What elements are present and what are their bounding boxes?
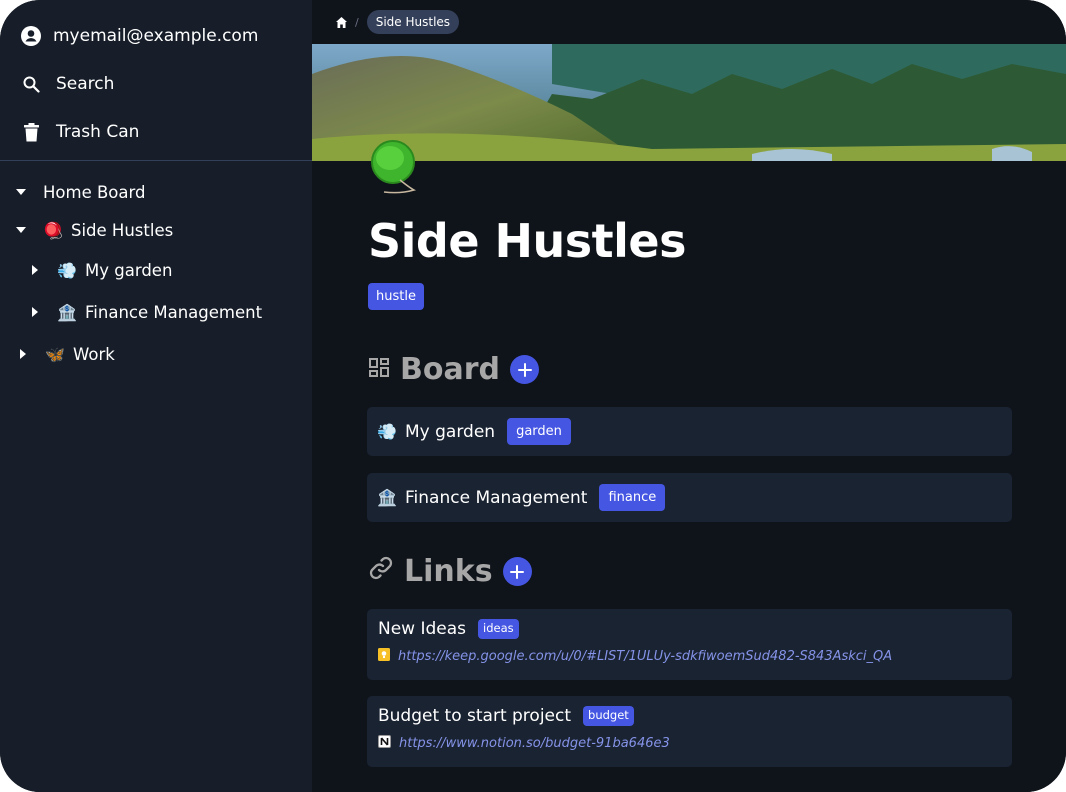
google-keep-icon <box>378 648 390 665</box>
tree-item-label: Side Hustles <box>71 220 174 240</box>
tree-item-work[interactable]: 🦋 Work <box>0 333 312 375</box>
plus-icon <box>517 362 532 377</box>
trash-label: Trash Can <box>56 122 140 142</box>
link-card-tag[interactable]: budget <box>583 706 634 726</box>
link-card-title: New Ideas <box>378 619 467 639</box>
caret-down-icon[interactable] <box>10 189 32 195</box>
notion-icon <box>378 735 391 752</box>
links-section-header: Links <box>368 554 532 589</box>
add-board-button[interactable] <box>510 355 539 384</box>
board-card-finance-management[interactable]: 🏦 Finance Management finance <box>367 473 1012 522</box>
tree-item-label: My garden <box>85 260 173 280</box>
page-icon-yoyo[interactable] <box>370 140 420 195</box>
board-card-tag[interactable]: finance <box>599 484 666 511</box>
account-email: myemail@example.com <box>53 26 259 46</box>
tree-item-side-hustles[interactable]: 🪀 Side Hustles <box>0 211 312 249</box>
board-section-title: Board <box>400 352 500 387</box>
account-circle-icon <box>20 25 42 47</box>
board-card-tag[interactable]: garden <box>507 418 571 445</box>
breadcrumb: / Side Hustles <box>312 0 1066 44</box>
tree-item-my-garden[interactable]: 💨 My garden <box>0 249 312 291</box>
sidebar: myemail@example.com Search Trash Can Hom… <box>0 0 312 792</box>
link-card-new-ideas[interactable]: New Ideas ideas https://keep.google.com/… <box>367 609 1012 680</box>
link-card-budget[interactable]: Budget to start project budget https://w… <box>367 696 1012 767</box>
caret-down-icon[interactable] <box>10 227 32 233</box>
bank-icon: 🏦 <box>57 302 77 322</box>
link-card-tag[interactable]: ideas <box>478 619 519 639</box>
app-window: myemail@example.com Search Trash Can Hom… <box>0 0 1066 792</box>
link-icon <box>368 554 394 589</box>
board-grid-icon <box>368 352 390 387</box>
caret-right-icon[interactable] <box>24 307 46 317</box>
caret-right-icon[interactable] <box>12 349 34 359</box>
page-tree: Home Board 🪀 Side Hustles 💨 My garden 🏦 … <box>0 161 312 375</box>
board-section-header: Board <box>368 352 539 387</box>
home-icon[interactable] <box>336 13 347 32</box>
main-content: / Side Hustles Side Hustles hustle Board… <box>312 0 1066 792</box>
links-section-title: Links <box>404 554 493 589</box>
breadcrumb-current[interactable]: Side Hustles <box>366 10 460 34</box>
link-url[interactable]: https://keep.google.com/u/0/#LIST/1ULUy-… <box>398 649 892 664</box>
dash-cloud-icon: 💨 <box>57 260 77 280</box>
yoyo-icon: 🪀 <box>43 220 63 240</box>
cover-image[interactable] <box>312 44 1066 161</box>
plus-icon <box>510 564 525 579</box>
breadcrumb-separator: / <box>355 15 359 29</box>
board-card-label: My garden <box>405 421 496 442</box>
caret-right-icon[interactable] <box>24 265 46 275</box>
dash-cloud-icon: 💨 <box>377 422 397 441</box>
sidebar-top-menu: myemail@example.com Search Trash Can <box>0 0 312 161</box>
bank-icon: 🏦 <box>377 488 397 507</box>
board-card-my-garden[interactable]: 💨 My garden garden <box>367 407 1012 456</box>
sidebar-search[interactable]: Search <box>0 60 312 108</box>
page-tag[interactable]: hustle <box>368 283 424 310</box>
search-label: Search <box>56 74 115 94</box>
board-card-label: Finance Management <box>405 487 588 508</box>
link-url[interactable]: https://www.notion.so/budget-91ba646e3 <box>399 736 670 751</box>
page-title[interactable]: Side Hustles <box>368 214 687 268</box>
tree-item-label: Home Board <box>43 182 146 202</box>
link-card-title: Budget to start project <box>378 706 572 726</box>
sidebar-trash[interactable]: Trash Can <box>0 108 312 156</box>
search-icon <box>20 73 42 95</box>
tree-item-label: Finance Management <box>85 302 263 322</box>
add-link-button[interactable] <box>502 557 532 586</box>
tree-item-home-board[interactable]: Home Board <box>0 173 312 211</box>
butterfly-icon: 🦋 <box>45 344 65 364</box>
trash-icon <box>20 121 42 143</box>
tree-item-finance-management[interactable]: 🏦 Finance Management <box>0 291 312 333</box>
tree-item-label: Work <box>73 344 115 364</box>
account-menu[interactable]: myemail@example.com <box>0 12 312 60</box>
